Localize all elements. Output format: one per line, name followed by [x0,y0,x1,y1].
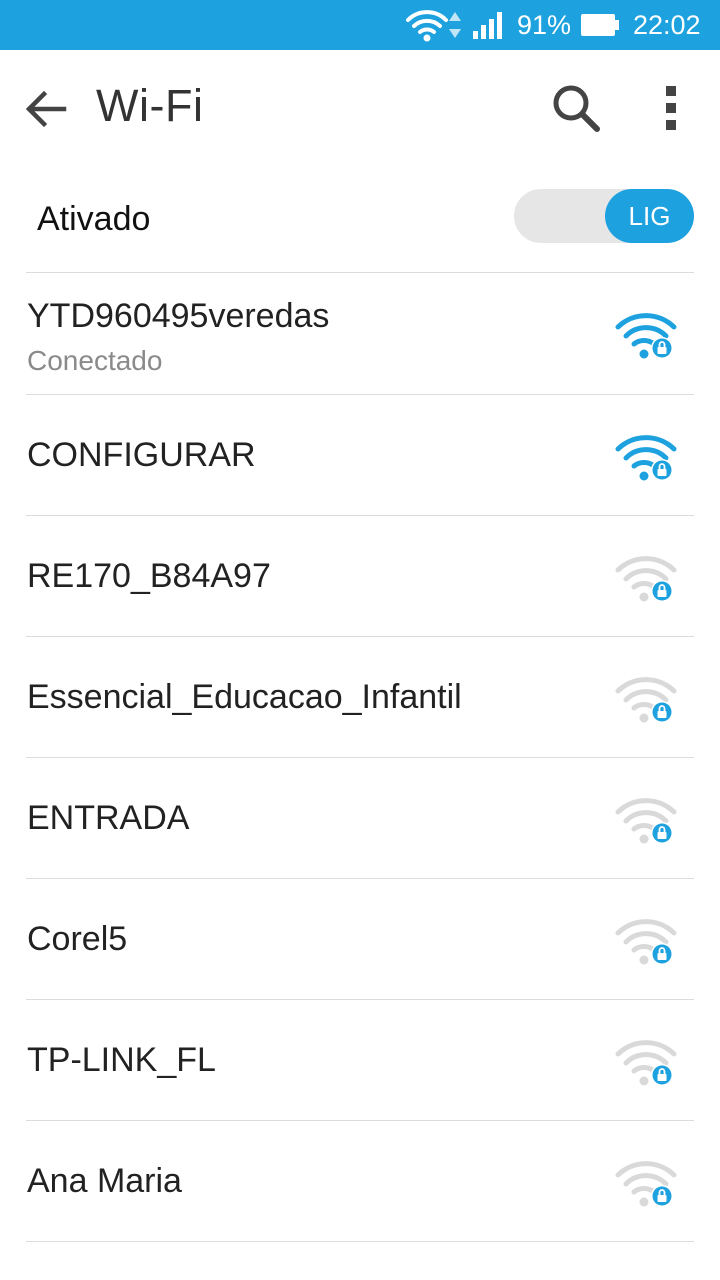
network-name: Essencial_Educacao_Infantil [27,678,462,716]
search-icon[interactable] [548,80,604,136]
wifi-lock-icon [614,554,678,606]
network-name: Ana Maria [27,1162,182,1200]
network-name: YTD960495veredas [27,297,330,335]
app-bar: Wi-Fi [0,50,720,162]
network-name: ENTRADA [27,799,190,837]
wifi-lock-icon [614,675,678,727]
more-vert-icon[interactable] [650,78,694,138]
network-name: RE170_B84A97 [27,557,271,595]
wifi-toggle-label: Ativado [37,200,151,238]
divider [26,1241,694,1242]
wifi-icon [405,0,449,50]
network-item[interactable]: YTD960495veredas Conectado [26,273,694,393]
data-arrows-icon [448,0,462,50]
network-item[interactable]: RE170_B84A97 [26,516,694,636]
wifi-lock-icon [614,917,678,969]
wifi-lock-icon [614,1159,678,1211]
network-item[interactable]: CONFIGURAR [26,395,694,515]
network-item[interactable]: TP-LINK_FL [26,1000,694,1120]
network-status: Conectado [27,345,163,376]
network-name: TP-LINK_FL [27,1041,216,1079]
page-title: Wi-Fi [96,80,204,131]
wifi-lock-icon [614,1038,678,1090]
network-name: Corel5 [27,920,128,958]
battery-percent: 91% [517,9,572,40]
clock: 22:02 [633,9,701,40]
wifi-switch[interactable]: LIG [514,189,694,243]
back-arrow-icon[interactable] [22,84,72,134]
status-bar: 91% 22:02 [0,0,720,50]
wifi-lock-icon [614,311,678,363]
network-name: CONFIGURAR [27,436,256,474]
battery-icon [580,0,620,50]
wifi-toggle-row: Ativado LIG [26,162,694,272]
wifi-lock-icon [614,796,678,848]
switch-thumb: LIG [605,189,694,243]
wifi-lock-icon [614,433,678,485]
signal-icon [472,0,508,50]
network-item[interactable]: Essencial_Educacao_Infantil [26,637,694,757]
network-item[interactable]: Ana Maria [26,1121,694,1241]
network-item[interactable]: ENTRADA [26,758,694,878]
network-item[interactable]: Corel5 [26,879,694,999]
